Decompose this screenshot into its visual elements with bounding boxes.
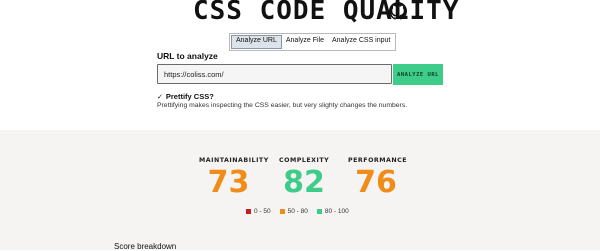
metric-value: 76 [355, 165, 397, 200]
legend-label: 0 - 50 [254, 208, 271, 215]
metric-label: MAINTAINABILITY [199, 157, 269, 164]
tab-analyze-css-input[interactable]: Analyze CSS input [328, 35, 394, 49]
metric-complexity: COMPLEXITY 82 [279, 157, 329, 198]
prettify-label: Prettify CSS? [165, 92, 214, 101]
metric-label: PERFORMANCE [348, 157, 408, 164]
metric-maintainability: MAINTAINABILITY 73 [199, 157, 269, 200]
url-label: URL to analyze [157, 51, 218, 61]
checkmark-icon: ✓ [157, 93, 163, 101]
legend-swatch-orange [279, 209, 285, 214]
github-icon[interactable] [389, 2, 407, 20]
legend-item: 80 - 100 [316, 208, 349, 215]
legend-label: 50 - 80 [287, 208, 308, 215]
metric-value: 73 [207, 165, 250, 200]
legend-swatch-red [246, 209, 251, 214]
tab-analyze-url[interactable]: Analyze URL [231, 35, 282, 49]
legend-label: 80 - 100 [324, 208, 349, 215]
page-title: CSS CODE QUALITY [193, 0, 460, 26]
url-input[interactable] [157, 64, 392, 84]
legend-swatch-green [316, 209, 322, 214]
prettify-checkbox[interactable]: ✓ Prettify CSS? [157, 92, 214, 101]
metric-performance: PERFORMANCE 76 [348, 157, 408, 200]
legend-item: 0 - 50 [246, 208, 271, 215]
prettify-help-text: Prettifying makes inspecting the CSS eas… [157, 102, 408, 109]
metric-value: 82 [283, 165, 325, 200]
metric-label: COMPLEXITY [279, 157, 330, 164]
analyze-url-button[interactable]: ANALYZE URL [393, 64, 443, 85]
legend-item: 50 - 80 [279, 208, 308, 215]
tab-analyze-file[interactable]: Analyze File [282, 35, 328, 49]
score-legend: 0 - 50 50 - 80 80 - 100 [246, 208, 349, 215]
analyze-mode-tabs: Analyze URL Analyze File Analyze CSS inp… [229, 33, 397, 51]
